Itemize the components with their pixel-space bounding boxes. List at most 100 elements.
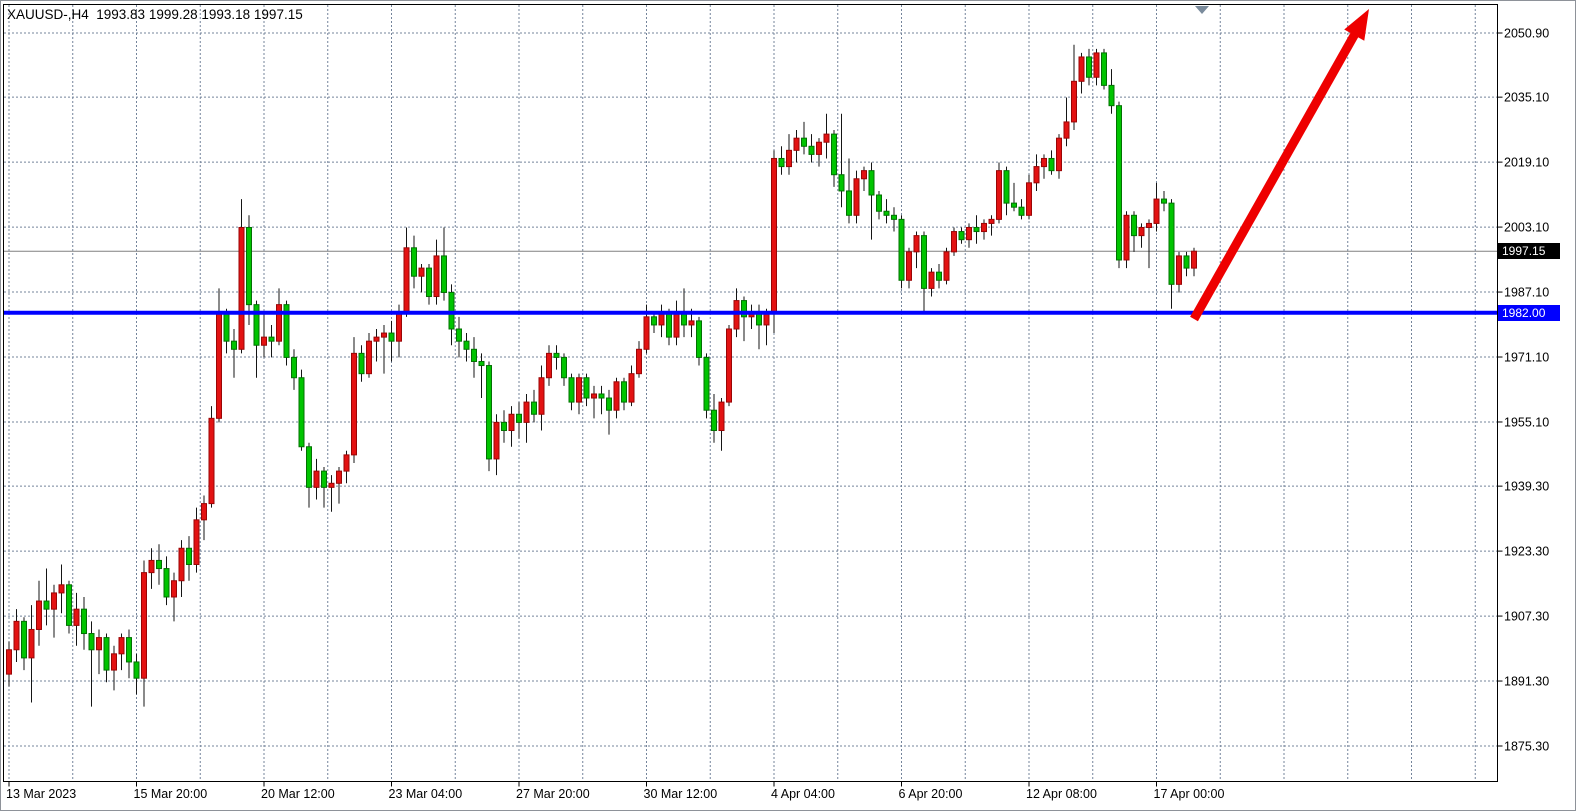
candle-body-bull	[547, 353, 552, 377]
y-axis-label: 1891.30	[1504, 675, 1549, 689]
candle	[517, 402, 522, 439]
candle	[217, 288, 222, 422]
candle-body-bull	[59, 585, 64, 593]
candle-body-bull	[374, 337, 379, 341]
candle-body-bull	[539, 378, 544, 415]
candle-body-bull	[329, 483, 334, 487]
candle-body-bear	[1004, 171, 1009, 203]
candle-body-bear	[517, 414, 522, 422]
candle-body-bear	[457, 329, 462, 341]
candle-body-bull	[674, 313, 679, 337]
candle	[854, 171, 859, 224]
candle	[502, 410, 507, 442]
candle-body-bull	[817, 142, 822, 154]
candle	[352, 337, 357, 463]
candle-body-bull	[854, 179, 859, 216]
candle-body-bear	[292, 357, 297, 377]
candle	[869, 163, 874, 240]
candle-body-bear	[82, 609, 87, 633]
y-axis-label: 1907.30	[1504, 610, 1549, 624]
y-axis-label: 1971.10	[1504, 351, 1549, 365]
candle	[479, 353, 484, 398]
candle	[1034, 154, 1039, 191]
candle-body-bull	[29, 629, 34, 657]
candle-body-bull	[1064, 122, 1069, 138]
candle-body-bear	[427, 268, 432, 296]
candle-body-bear	[974, 227, 979, 231]
candle-body-bear	[1169, 203, 1174, 284]
candle	[232, 329, 237, 378]
candle-body-bear	[697, 321, 702, 358]
candle	[127, 629, 132, 678]
candle-body-bull	[1042, 158, 1047, 166]
candle	[772, 150, 777, 333]
candle	[652, 313, 657, 333]
y-axis[interactable]: 2050.902035.102019.102003.101987.101971.…	[1498, 27, 1550, 754]
candle-body-bear	[622, 382, 627, 402]
candle	[697, 317, 702, 366]
chart-shift-marker-icon[interactable]	[1195, 6, 1209, 14]
candle-body-bull	[734, 301, 739, 329]
trend-arrow[interactable]	[1194, 9, 1369, 319]
candle-body-bull	[772, 158, 777, 312]
candle	[292, 349, 297, 390]
candle-body-bull	[1154, 199, 1159, 223]
candle	[89, 621, 94, 706]
candle	[7, 642, 12, 687]
x-axis[interactable]: 13 Mar 202315 Mar 20:0020 Mar 12:0023 Ma…	[6, 782, 1224, 802]
candle	[1102, 49, 1107, 90]
x-axis-label: 4 Apr 04:00	[771, 787, 835, 801]
y-axis-label: 1955.10	[1504, 415, 1549, 429]
candle	[1087, 49, 1092, 86]
candle	[299, 370, 304, 451]
candle-body-bear	[164, 569, 169, 597]
candle-body-bear	[22, 621, 27, 658]
candle	[997, 163, 1002, 224]
candle	[52, 585, 57, 638]
candle	[1064, 98, 1069, 147]
candle-body-bull	[7, 650, 12, 674]
candle-body-bull	[982, 223, 987, 231]
candle	[1192, 248, 1197, 276]
candle	[967, 223, 972, 247]
candle-body-bear	[802, 138, 807, 146]
candle-body-bear	[532, 402, 537, 414]
candle	[37, 581, 42, 646]
candle	[922, 232, 927, 313]
candle-body-bull	[914, 236, 919, 252]
candle-body-bear	[412, 248, 417, 276]
candle	[629, 366, 634, 407]
y-axis-label: 2019.10	[1504, 156, 1549, 170]
candle-body-bull	[592, 394, 597, 398]
candle	[944, 248, 949, 285]
candle-body-bear	[899, 219, 904, 280]
candle-body-bear	[569, 378, 574, 402]
candle-body-bull	[629, 374, 634, 402]
candle-body-bull	[314, 471, 319, 487]
candle	[449, 284, 454, 345]
candle	[307, 443, 312, 508]
candle-body-bull	[37, 601, 42, 629]
candle	[802, 122, 807, 154]
candle-body-bear	[892, 215, 897, 219]
trend-arrow-shaft[interactable]	[1194, 28, 1358, 319]
candle-body-bull	[1034, 167, 1039, 183]
candle-body-bull	[1057, 138, 1062, 170]
candle-body-bear	[937, 272, 942, 280]
candle	[367, 333, 372, 378]
chart-canvas[interactable]: 2050.902035.102019.102003.101987.101971.…	[1, 1, 1575, 810]
candle	[442, 227, 447, 300]
candle	[1162, 191, 1167, 211]
candle-body-bull	[337, 471, 342, 483]
x-axis-label: 6 Apr 20:00	[899, 787, 963, 801]
y-axis-label: 1875.30	[1504, 740, 1549, 754]
candle-body-bear	[652, 317, 657, 325]
candle	[982, 219, 987, 239]
candle-body-bear	[809, 146, 814, 154]
candle-body-bear	[554, 353, 559, 357]
candle-body-bull	[824, 134, 829, 142]
candle-body-bear	[584, 378, 589, 398]
candle-body-bear	[712, 410, 717, 430]
candle-body-bull	[794, 138, 799, 150]
candle-body-bear	[1162, 199, 1167, 203]
